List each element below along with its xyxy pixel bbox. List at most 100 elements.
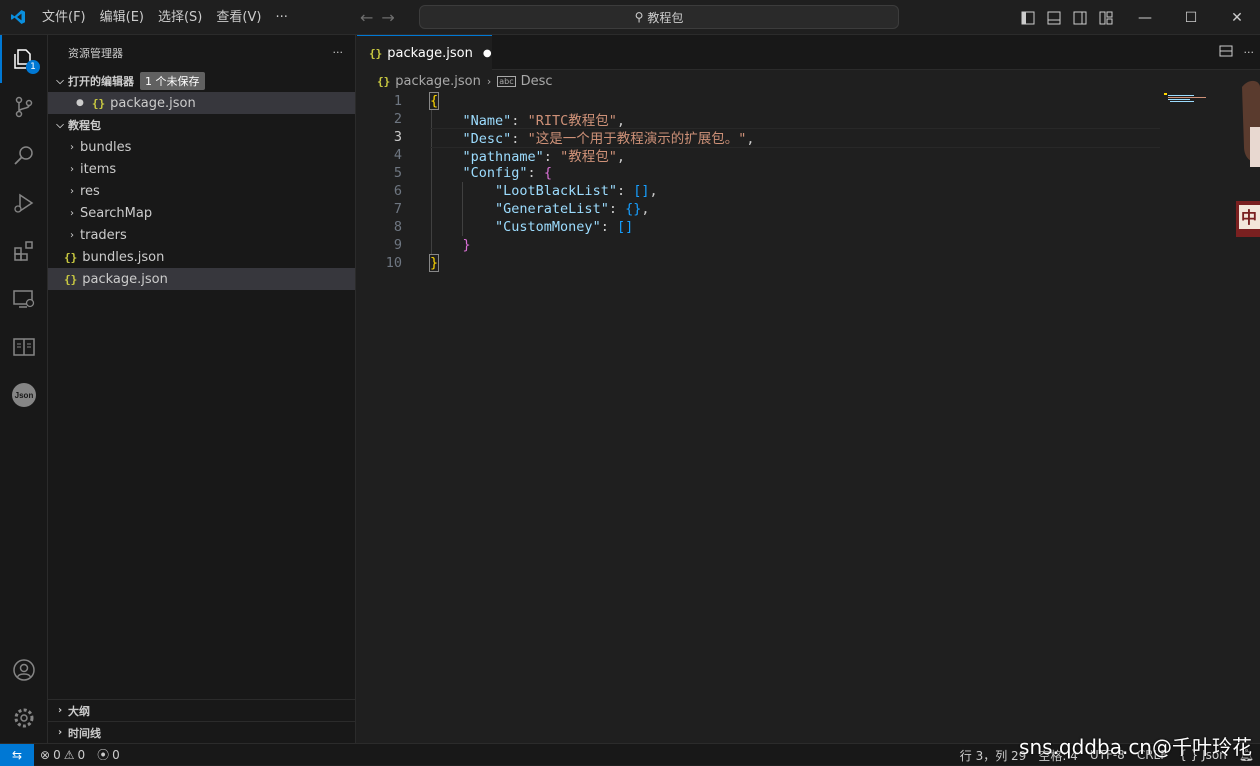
sidebar-title: 资源管理器 [68,46,123,60]
json-file-icon: {} [377,74,391,88]
error-count: 0 [53,747,61,762]
search-icon: ⚲ [634,10,644,24]
warning-icon: ⚠ [63,747,75,762]
open-editor-label: package.json [110,95,196,111]
tree-label: items [80,161,117,177]
extensions-icon[interactable] [0,227,48,275]
sidebar-more-button[interactable]: ··· [333,46,344,59]
code-editor[interactable]: 1 { 2 "Name": "RITC教程包", 3 "Desc": "这是一个… [357,92,1260,272]
source-control-icon[interactable] [0,83,48,131]
menu-selection[interactable]: 选择(S) [151,0,209,35]
settings-gear-icon[interactable] [0,694,48,742]
unsaved-dot-icon[interactable]: ● [483,48,492,59]
code-line: 7 "GenerateList": {}, [357,200,1260,218]
folder-section[interactable]: ⌵ 教程包 [48,114,355,136]
json-file-icon: {} [64,250,78,264]
svg-text:中: 中 [1241,208,1257,227]
toggle-panel-icon[interactable] [1046,10,1062,26]
menu-bar: 文件(F) 编辑(E) 选择(S) 查看(V) ··· [35,0,295,35]
menu-edit[interactable]: 编辑(E) [93,0,151,35]
open-editor-item[interactable]: ● {} package.json [48,92,355,114]
tab-bar: {} package.json ● ··· [357,35,1260,70]
code-line: 8 "CustomMoney": [] [357,218,1260,236]
code-line: 5 "Config": { [357,164,1260,182]
menu-more[interactable]: ··· [268,0,294,35]
json-string: "教程包" [560,149,617,165]
timeline-section[interactable]: › 时间线 [48,721,356,743]
explorer-icon[interactable]: 1 [0,35,48,83]
line-number: 5 [393,165,402,181]
split-editor-icon[interactable] [1218,43,1234,63]
json-key: "GenerateList" [495,201,609,217]
line-number: 7 [393,201,402,217]
editor-area: {} package.json ● ··· {} package.json › … [357,35,1260,743]
json-key: "Config" [462,165,528,181]
nav-arrows: ← → [360,0,395,35]
chevron-right-icon: › [57,727,63,738]
maximize-icon[interactable]: ☐ [1168,0,1214,35]
book-reader-icon[interactable] [0,323,48,371]
brace: { [543,165,552,181]
customize-layout-icon[interactable] [1098,10,1114,26]
json-file-icon: {} [91,96,106,110]
tab-package-json[interactable]: {} package.json ● [357,35,492,70]
search-view-icon[interactable] [0,131,48,179]
code-line-current: 3 "Desc": "这是一个用于教程演示的扩展包。", [357,128,1260,148]
tree-folder-res[interactable]: › res [48,180,355,202]
open-editors-section[interactable]: ⌵ 打开的编辑器 1 个未保存 [48,70,355,92]
toggle-primary-sidebar-icon[interactable] [1020,10,1036,26]
json-file-icon: {} [64,272,78,286]
tree-label: traders [80,227,127,243]
forward-arrow-icon[interactable]: → [381,8,394,27]
ports-indicator[interactable]: ⦿ 0 [91,746,126,763]
tree-folder-items[interactable]: › items [48,158,355,180]
minimize-icon[interactable]: — [1122,0,1168,35]
tree-folder-traders[interactable]: › traders [48,224,355,246]
bracket: [] [633,183,650,199]
brace: } [462,237,471,253]
minimap[interactable] [1164,92,1210,104]
chevron-right-icon: › [70,185,74,197]
accounts-icon[interactable] [0,646,48,694]
line-number: 1 [393,93,402,109]
outline-section[interactable]: › 大纲 [48,699,356,721]
vscode-logo-icon [0,0,35,35]
explorer-sidebar: 资源管理器 ··· ⌵ 打开的编辑器 1 个未保存 ● {} package.j… [48,35,356,743]
chevron-right-icon: › [70,163,74,175]
toggle-secondary-sidebar-icon[interactable] [1072,10,1088,26]
more-actions-icon[interactable]: ··· [1244,46,1255,59]
tree-label: SearchMap [80,205,153,221]
command-center-search[interactable]: ⚲ 教程包 [419,5,899,29]
brace: {} [625,201,642,217]
tree-folder-bundles[interactable]: › bundles [48,136,355,158]
json-key: "LootBlackList" [495,183,617,199]
editor-actions: ··· [1218,35,1255,70]
json-key: "CustomMoney" [495,219,601,235]
title-bar: 文件(F) 编辑(E) 选择(S) 查看(V) ··· ← → ⚲ 教程包 — … [0,0,1260,35]
watermark-text: sns.qddba.cn@千叶玲花 [1019,735,1252,759]
run-debug-icon[interactable] [0,179,48,227]
problems-indicator[interactable]: ⊗ 0 ⚠ 0 [34,748,91,762]
remote-indicator-icon[interactable]: ⇆ [0,743,34,766]
close-icon[interactable]: ✕ [1214,0,1260,35]
tree-folder-searchmap[interactable]: › SearchMap [48,202,355,224]
tree-file-bundles-json[interactable]: {} bundles.json [48,246,355,268]
activity-bar: 1 Json [0,35,48,743]
chevron-right-icon: › [70,141,74,153]
remote-explorer-icon[interactable] [0,275,48,323]
breadcrumb-file[interactable]: package.json [395,74,481,89]
json-tool-icon[interactable]: Json [0,371,48,419]
tree-label: res [80,183,100,199]
code-line: 9 } [357,236,1260,254]
unsaved-dot-icon[interactable]: ● [76,98,84,108]
string-symbol-icon: abc [497,75,516,87]
code-line: 4 "pathname": "教程包", [357,146,1260,165]
tree-file-package-json[interactable]: {} package.json [48,268,355,290]
breadcrumb-symbol[interactable]: Desc [521,74,553,89]
brace: { [428,92,440,110]
menu-file[interactable]: 文件(F) [35,0,93,35]
menu-view[interactable]: 查看(V) [209,0,268,35]
back-arrow-icon[interactable]: ← [360,8,373,27]
folder-label: 教程包 [68,119,101,132]
tree-label: bundles.json [82,249,165,265]
